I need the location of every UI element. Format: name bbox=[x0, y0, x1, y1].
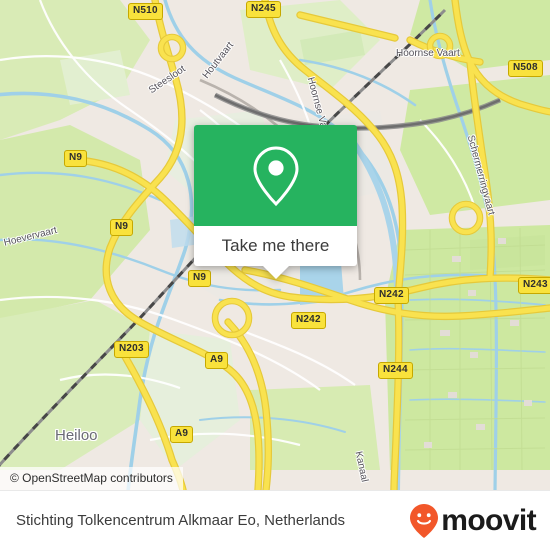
moovit-smiling-pin-icon bbox=[409, 503, 439, 539]
road-shield-n242-b: N242 bbox=[374, 287, 409, 304]
place-label-heiloo: Heiloo bbox=[55, 427, 98, 444]
page-title: Stichting Tolkencentrum Alkmaar Eo, Neth… bbox=[16, 512, 346, 529]
screenshot-root: Steesloot Houtvaart Hoornse Vaart Hoorns… bbox=[0, 0, 550, 550]
moovit-brand[interactable]: moovit bbox=[409, 503, 537, 539]
road-shield-a9-b: A9 bbox=[170, 426, 194, 443]
road-shield-a9-a: A9 bbox=[205, 352, 229, 369]
moovit-wordmark: moovit bbox=[441, 503, 536, 537]
map-label-hoornse-vaart-a: Hoornse Vaart bbox=[396, 48, 460, 59]
popup-pointer bbox=[262, 266, 289, 279]
map-canvas[interactable]: Steesloot Houtvaart Hoornse Vaart Hoorns… bbox=[0, 0, 550, 490]
road-shield-n508: N508 bbox=[508, 60, 543, 77]
road-shield-n9-a: N9 bbox=[64, 150, 88, 167]
road-shield-n203: N203 bbox=[114, 341, 149, 358]
map-popup-card[interactable]: Take me there bbox=[194, 125, 357, 279]
map-pin-icon bbox=[251, 145, 301, 207]
road-shield-n242-a: N242 bbox=[291, 312, 326, 329]
map-attribution[interactable]: © OpenStreetMap contributors bbox=[0, 467, 183, 490]
road-shield-n243: N243 bbox=[518, 277, 550, 294]
popup-cta-label: Take me there bbox=[221, 236, 330, 255]
road-shield-n510: N510 bbox=[128, 3, 163, 20]
popup-header bbox=[194, 125, 357, 226]
road-shield-n244: N244 bbox=[378, 362, 413, 379]
footer-bar: Stichting Tolkencentrum Alkmaar Eo, Neth… bbox=[0, 490, 550, 550]
road-shield-n9-b: N9 bbox=[110, 219, 134, 236]
road-shield-n9-c: N9 bbox=[188, 270, 212, 287]
popup-cta[interactable]: Take me there bbox=[194, 226, 357, 266]
road-shield-n245: N245 bbox=[246, 1, 281, 18]
